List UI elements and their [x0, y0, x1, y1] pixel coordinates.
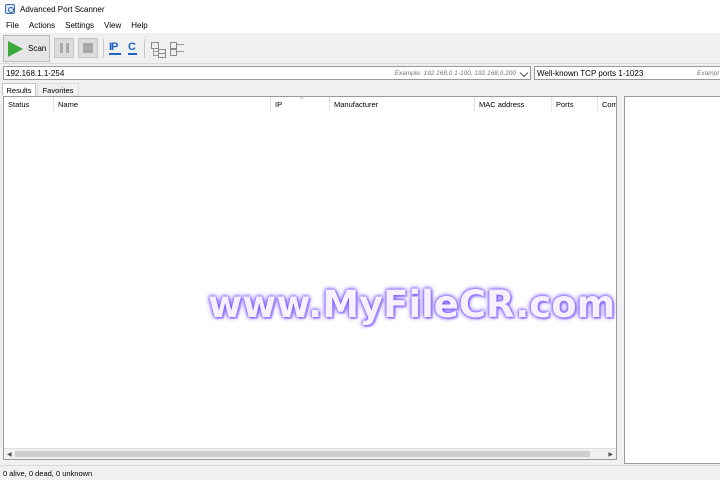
- toolbar: Scan IP C: [0, 33, 720, 64]
- title-bar: Advanced Port Scanner: [0, 0, 720, 18]
- ip-subnet-button[interactable]: IP: [109, 41, 122, 55]
- ip-range-value: 192.168.1.1-254: [6, 68, 65, 78]
- status-bar: 0 alive, 0 dead, 0 unknown: [0, 465, 720, 480]
- ports-value: Well-known TCP ports 1-1023: [537, 68, 644, 78]
- tab-strip: Results Favorites: [0, 82, 620, 96]
- menu-help[interactable]: Help: [126, 21, 152, 30]
- column-mac-address[interactable]: MAC address: [475, 97, 552, 111]
- ports-input[interactable]: Well-known TCP ports 1-1023 Exampl: [534, 66, 720, 80]
- tab-favorites[interactable]: Favorites: [37, 83, 79, 96]
- scrollbar-thumb[interactable]: [15, 451, 590, 457]
- scroll-right-icon[interactable]: ▶: [608, 451, 613, 458]
- column-manufacturer[interactable]: Manufacturer: [330, 97, 475, 111]
- status-text: 0 alive, 0 dead, 0 unknown: [3, 468, 93, 478]
- scan-label: Scan: [28, 44, 47, 53]
- play-icon: [8, 40, 23, 57]
- ip-range-input[interactable]: 192.168.1.1-254 Example: 192.168.0.1-100…: [3, 66, 531, 80]
- scanner-app-icon: [5, 4, 15, 14]
- details-panel: [624, 96, 720, 464]
- ip-range-hint: Example: 192.168.0.1-100, 192.168.0.200: [394, 69, 516, 77]
- window-title: Advanced Port Scanner: [20, 4, 105, 14]
- results-table: Status Name IP ^ Manufacturer MAC addres…: [3, 96, 617, 460]
- horizontal-scrollbar[interactable]: ◀ ▶: [4, 448, 616, 459]
- column-comments[interactable]: Com: [598, 97, 616, 111]
- stop-button[interactable]: [78, 38, 98, 58]
- menu-file[interactable]: File: [0, 21, 24, 30]
- column-ports[interactable]: Ports: [552, 97, 598, 111]
- class-c-subnet-button[interactable]: C: [128, 41, 137, 55]
- menu-bar: File Actions Settings View Help: [0, 18, 720, 33]
- menu-view[interactable]: View: [99, 21, 126, 30]
- column-name[interactable]: Name: [54, 97, 271, 111]
- sort-ascending-icon: ^: [300, 96, 304, 103]
- column-status[interactable]: Status: [4, 97, 54, 111]
- toolbar-separator: [144, 39, 145, 58]
- toolbar-separator: [103, 39, 104, 58]
- address-bar: 192.168.1.1-254 Example: 192.168.0.1-100…: [0, 65, 720, 81]
- expand-tree-icon[interactable]: [150, 41, 166, 58]
- menu-settings[interactable]: Settings: [60, 21, 99, 30]
- stop-icon: [83, 43, 93, 53]
- watermark: www.MyFileCR.com: [208, 283, 616, 326]
- scan-button[interactable]: Scan: [3, 35, 50, 62]
- scroll-left-icon[interactable]: ◀: [7, 451, 12, 458]
- pause-button[interactable]: [54, 38, 74, 58]
- collapse-tree-icon[interactable]: [169, 41, 185, 57]
- tab-results[interactable]: Results: [2, 83, 36, 96]
- pause-icon: [59, 43, 69, 53]
- menu-actions[interactable]: Actions: [24, 21, 60, 30]
- chevron-down-icon[interactable]: [519, 68, 529, 78]
- ports-hint: Exampl: [697, 69, 719, 77]
